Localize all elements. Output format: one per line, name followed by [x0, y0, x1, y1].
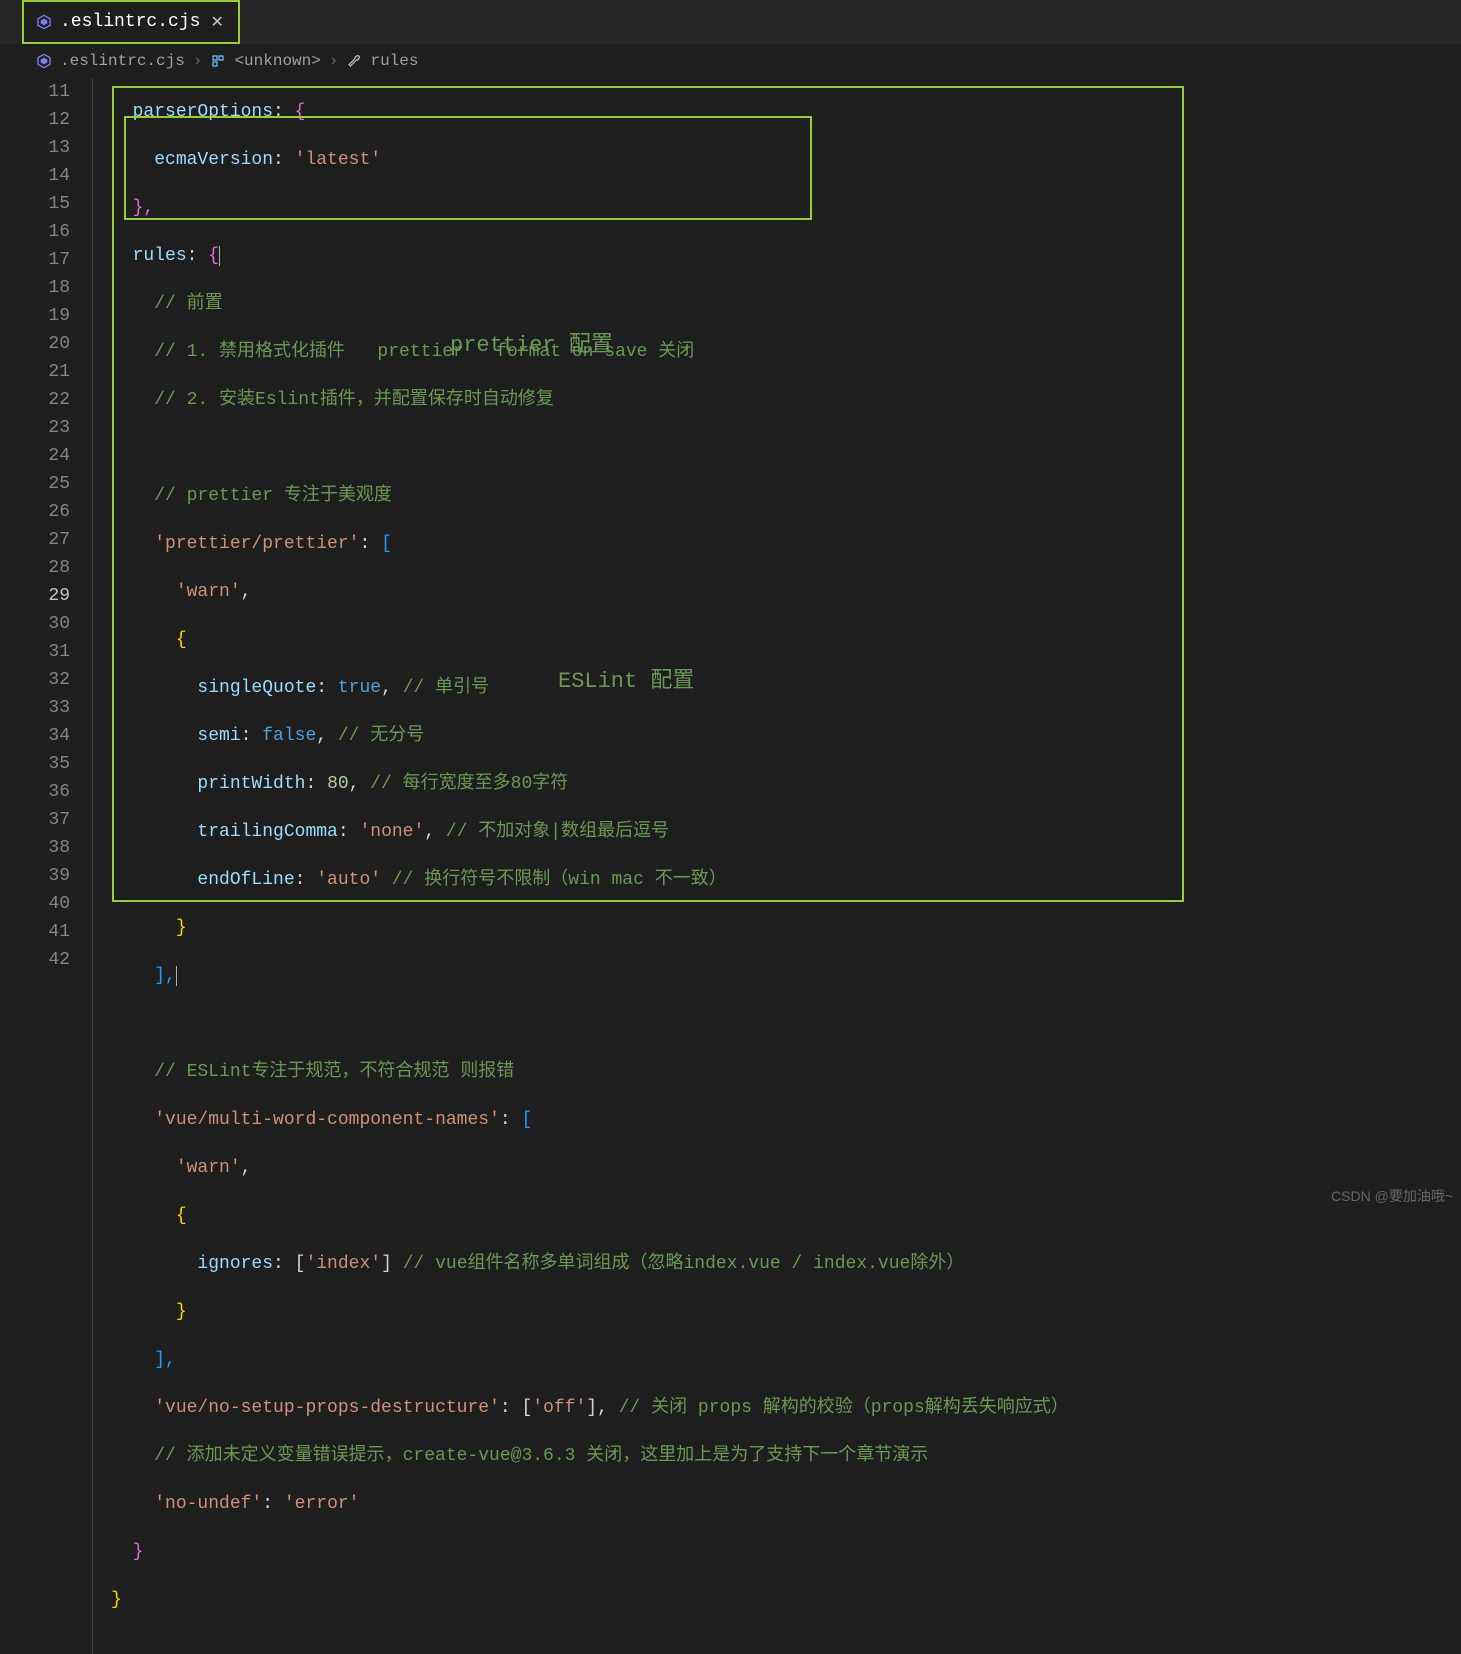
breadcrumb-prop: rules: [370, 52, 418, 70]
chevron-right-icon: ›: [329, 52, 339, 70]
eslint-icon: [36, 14, 52, 30]
breadcrumb-file: .eslintrc.cjs: [60, 52, 185, 70]
tab-eslintrc[interactable]: .eslintrc.cjs ✕: [22, 0, 240, 44]
breadcrumb-scope: <unknown>: [234, 52, 320, 70]
watermark: CSDN @要加油哦~: [1331, 1186, 1453, 1206]
eslint-icon: [36, 53, 52, 69]
breadcrumb[interactable]: .eslintrc.cjs › <unknown> › rules: [0, 44, 1461, 78]
close-icon[interactable]: ✕: [208, 12, 225, 32]
code-editor[interactable]: 1112131415161718192021222324252627282930…: [0, 78, 1461, 1654]
wrench-icon: [346, 53, 362, 69]
tab-bar: .eslintrc.cjs ✕: [0, 0, 1461, 44]
tab-filename: .eslintrc.cjs: [60, 12, 200, 32]
line-number-gutter: 1112131415161718192021222324252627282930…: [0, 78, 92, 1654]
code-content[interactable]: parserOptions: { ecmaVersion: 'latest' }…: [92, 78, 1461, 1654]
module-icon: [210, 53, 226, 69]
chevron-right-icon: ›: [193, 52, 203, 70]
